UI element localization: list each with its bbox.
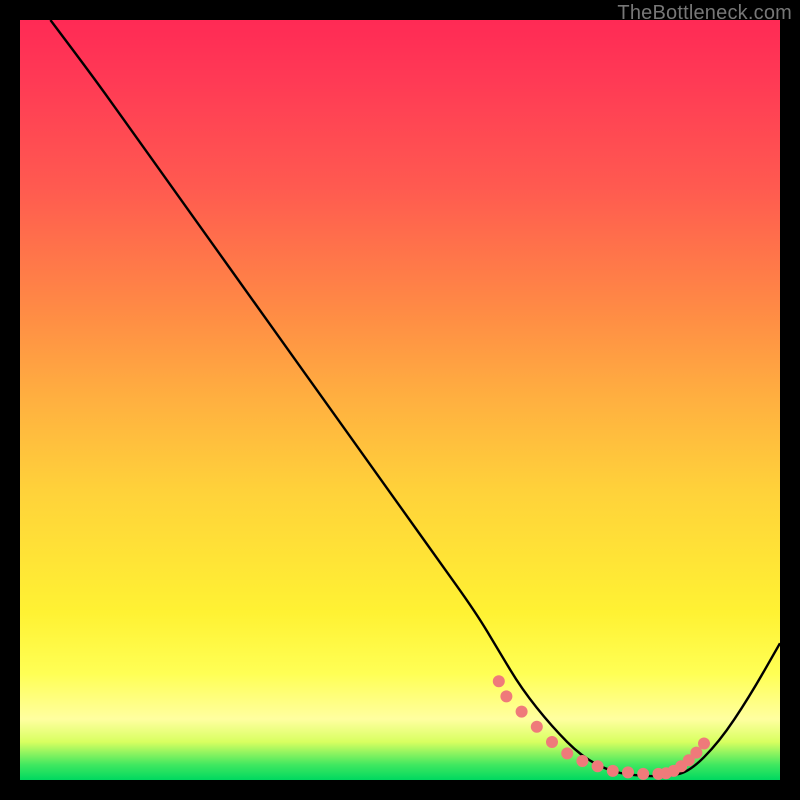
watermark-text: TheBottleneck.com: [617, 2, 792, 25]
optimal-dot: [592, 760, 604, 772]
chart-container: TheBottleneck.com: [0, 0, 800, 800]
optimal-dot: [576, 755, 588, 767]
optimal-dot: [531, 721, 543, 733]
optimal-dot: [637, 768, 649, 780]
optimal-dot: [493, 675, 505, 687]
optimal-dot: [546, 736, 558, 748]
plot-area: [20, 20, 780, 780]
optimal-dot: [500, 690, 512, 702]
optimal-dot: [561, 747, 573, 759]
bottleneck-curve-line: [50, 20, 780, 776]
optimal-dot: [516, 706, 528, 718]
optimal-dot: [698, 738, 710, 750]
optimal-dot: [607, 765, 619, 777]
optimal-dot: [622, 766, 634, 778]
chart-overlay: [20, 20, 780, 780]
